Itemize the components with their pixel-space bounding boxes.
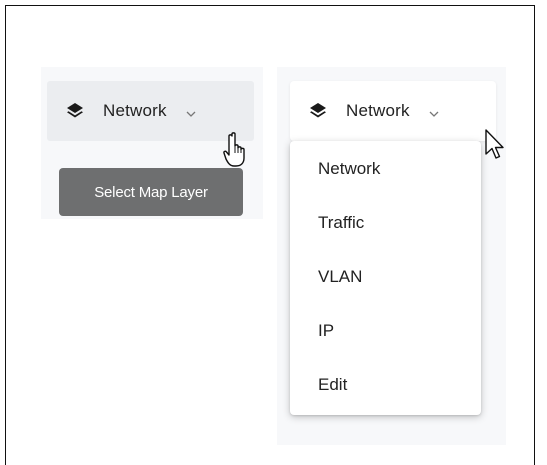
tooltip: Select Map Layer bbox=[59, 168, 243, 216]
layers-icon bbox=[65, 101, 85, 121]
menu-item-edit[interactable]: Edit bbox=[290, 358, 481, 412]
hand-pointer-cursor-icon bbox=[223, 132, 245, 167]
layer-select-label: Network bbox=[103, 101, 167, 120]
menu-item-network[interactable]: Network bbox=[290, 142, 481, 196]
menu-item-vlan[interactable]: VLAN bbox=[290, 250, 481, 304]
layer-select-label: Network bbox=[346, 101, 410, 120]
chevron-down-icon bbox=[428, 105, 440, 117]
chevron-down-icon bbox=[185, 105, 197, 117]
layer-dropdown-menu: Network Traffic VLAN IP Edit bbox=[290, 141, 481, 415]
menu-item-ip[interactable]: IP bbox=[290, 304, 481, 358]
arrow-pointer-cursor-icon bbox=[485, 129, 504, 159]
layer-select-button-open[interactable]: Network bbox=[290, 81, 496, 141]
menu-item-traffic[interactable]: Traffic bbox=[290, 196, 481, 250]
layers-icon bbox=[308, 101, 328, 121]
